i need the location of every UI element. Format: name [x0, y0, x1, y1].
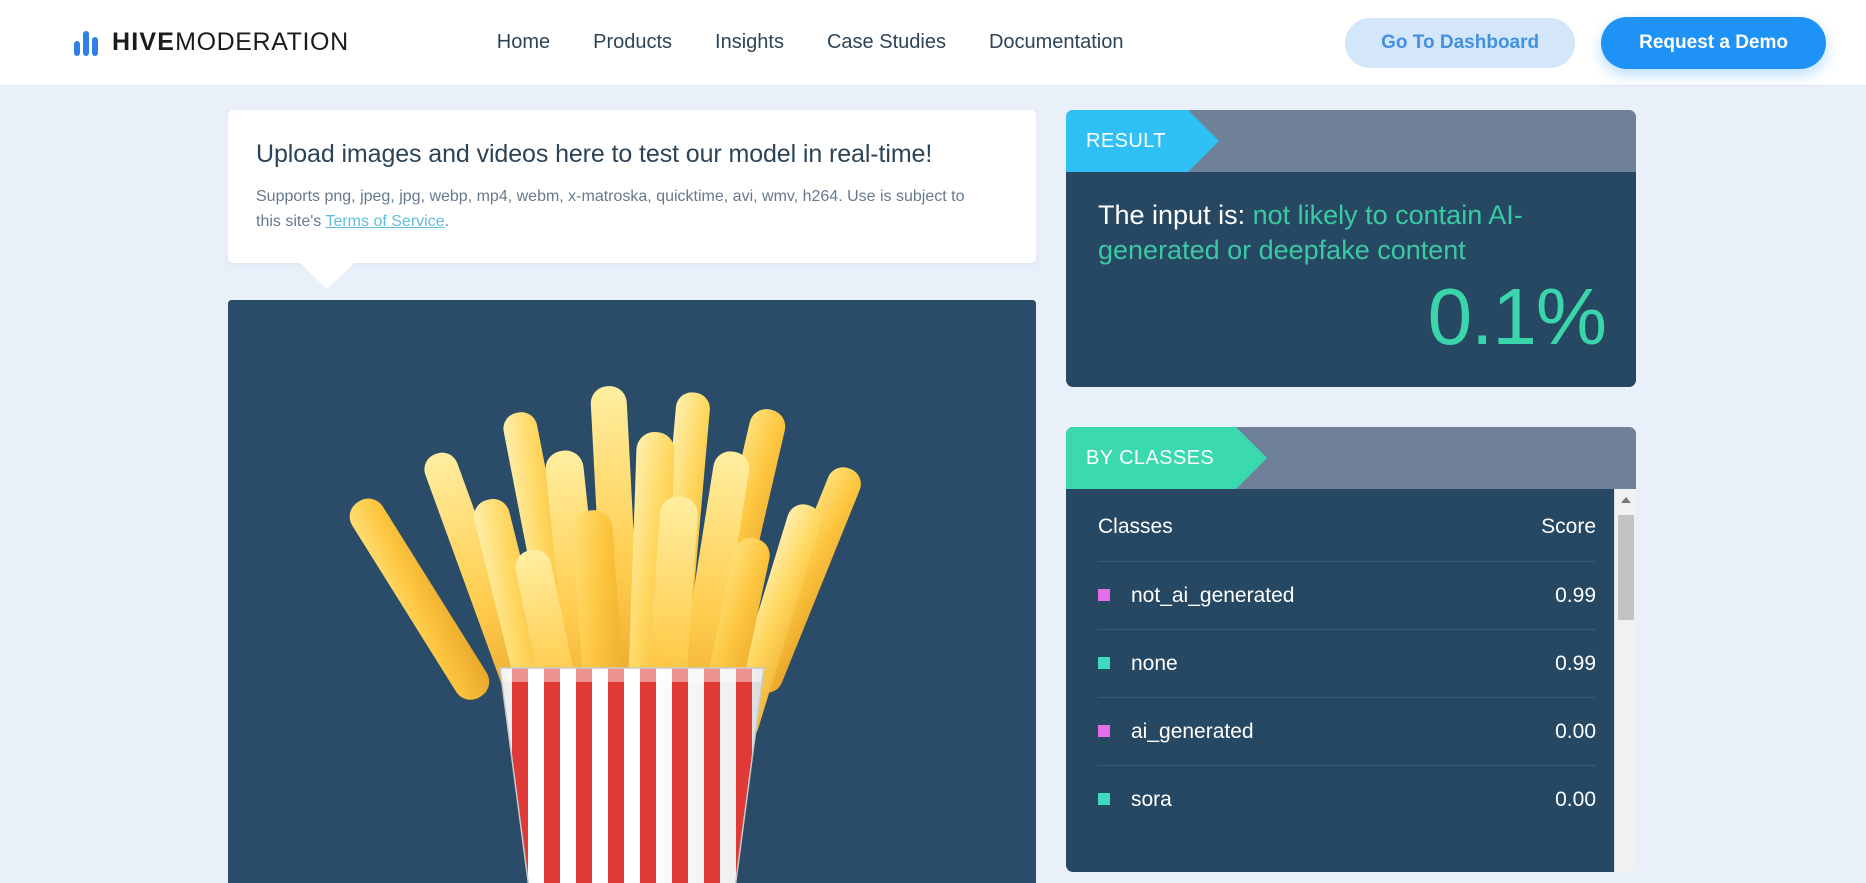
class-label: none [1131, 652, 1178, 676]
result-percentage: 0.1% [1427, 272, 1607, 362]
nav-item-documentation[interactable]: Documentation [989, 31, 1124, 54]
image-preview-area[interactable] [228, 299, 1036, 883]
class-color-swatch [1098, 725, 1110, 738]
class-score-cell: 0.99 [1487, 561, 1596, 631]
class-score-cell: 0.00 [1487, 697, 1596, 767]
nav-item-home[interactable]: Home [497, 31, 550, 54]
table-row[interactable]: none 0.99 [1098, 629, 1596, 699]
nav-item-products[interactable]: Products [593, 31, 672, 54]
classes-table: Classes Score not_ai_generated 0.99 none… [1098, 489, 1596, 833]
table-row[interactable]: sora 0.00 [1098, 766, 1596, 834]
upload-column: Upload images and videos here to test ou… [228, 110, 1036, 883]
upload-card: Upload images and videos here to test ou… [228, 110, 1036, 289]
by-classes-tag: BY CLASSES [1066, 427, 1268, 490]
class-name-cell: sora [1098, 766, 1487, 834]
class-name-cell: not_ai_generated [1098, 561, 1488, 631]
by-classes-panel-body: Classes Score not_ai_generated 0.99 none… [1066, 489, 1636, 873]
by-classes-panel-header: BY CLASSES [1066, 427, 1636, 490]
class-label: not_ai_generated [1131, 584, 1295, 608]
table-row[interactable]: not_ai_generated 0.99 [1098, 561, 1596, 631]
result-panel-header: RESULT [1066, 110, 1636, 172]
scroll-up-button[interactable] [1614, 489, 1636, 512]
class-color-swatch [1098, 589, 1110, 602]
brand-name-bold: HIVE [112, 28, 176, 56]
table-row[interactable]: ai_generated 0.00 [1098, 697, 1596, 767]
class-label: sora [1131, 788, 1172, 812]
result-tag-label: RESULT [1086, 129, 1166, 152]
main-navigation: Home Products Insights Case Studies Docu… [497, 31, 1124, 54]
go-to-dashboard-button[interactable]: Go To Dashboard [1345, 17, 1576, 68]
class-score-cell: 0.00 [1555, 788, 1596, 812]
terms-of-service-link[interactable]: Terms of Service [325, 213, 444, 230]
column-header-score: Score [1487, 489, 1596, 563]
upload-title: Upload images and videos here to test ou… [256, 140, 933, 168]
class-label: ai_generated [1131, 720, 1254, 744]
column-header-classes: Classes [1098, 489, 1488, 563]
result-panel: RESULT The input is: not likely to conta… [1066, 110, 1636, 388]
class-color-swatch [1098, 657, 1110, 670]
scrollbar-track[interactable] [1614, 511, 1636, 873]
brand-wordmark: HIVEMODERATION [112, 28, 349, 57]
page-content: Upload images and videos here to test ou… [0, 86, 1866, 883]
chevron-up-icon [1620, 497, 1631, 504]
brand-name-light: MODERATION [175, 28, 349, 56]
classes-scrollbar[interactable] [1614, 489, 1636, 873]
upload-description: Supports png, jpeg, jpg, webp, mp4, webm… [256, 185, 976, 235]
request-demo-button[interactable]: Request a Demo [1601, 16, 1826, 69]
brand-logo[interactable]: HIVEMODERATION [74, 28, 349, 57]
by-classes-panel: BY CLASSES Classes Score not_ai_generate… [1066, 427, 1636, 873]
upload-description-period: . [444, 212, 450, 230]
table-header-row: Classes Score [1098, 489, 1596, 563]
nav-item-insights[interactable]: Insights [715, 31, 784, 54]
site-header: HIVEMODERATION Home Products Insights Ca… [0, 0, 1866, 86]
class-color-swatch [1098, 793, 1110, 806]
header-actions: Go To Dashboard Request a Demo [1345, 16, 1826, 69]
by-classes-tag-label: BY CLASSES [1086, 446, 1215, 469]
class-score-cell: 0.99 [1487, 629, 1596, 699]
result-tag: RESULT [1066, 110, 1219, 172]
result-panel-body: The input is: not likely to contain AI-g… [1066, 172, 1636, 388]
result-prefix: The input is: [1098, 200, 1253, 230]
scrollbar-thumb[interactable] [1617, 515, 1634, 621]
class-name-cell: ai_generated [1098, 697, 1488, 767]
results-column: RESULT The input is: not likely to conta… [1066, 110, 1636, 883]
class-name-cell: none [1098, 629, 1488, 699]
hive-bars-logo-icon [74, 30, 98, 56]
classes-table-wrapper: Classes Score not_ai_generated 0.99 none… [1066, 489, 1614, 872]
french-fries-image [228, 299, 1036, 883]
nav-item-case-studies[interactable]: Case Studies [827, 31, 946, 54]
result-statement: The input is: not likely to contain AI-g… [1098, 198, 1606, 267]
